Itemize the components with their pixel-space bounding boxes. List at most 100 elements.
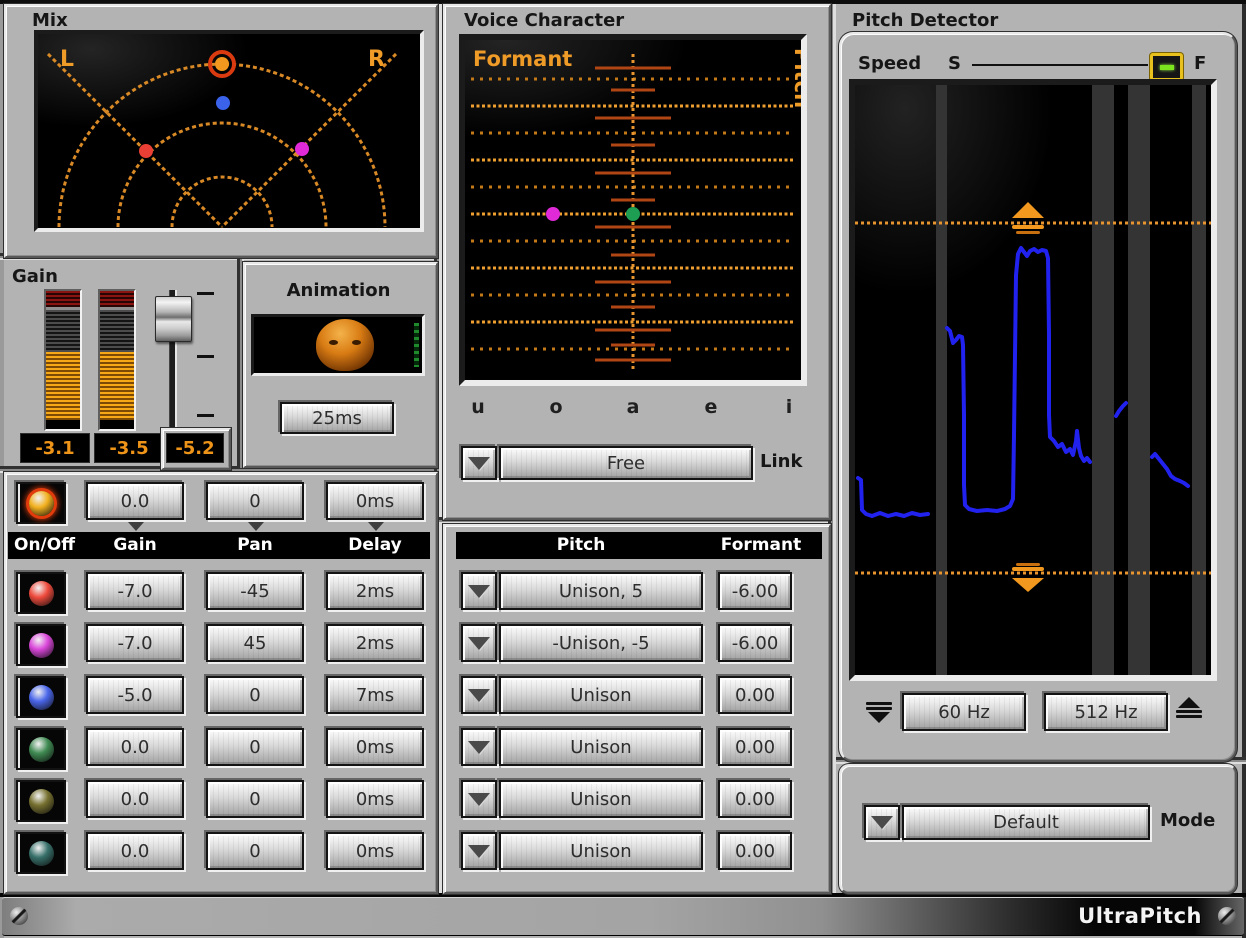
mode-dropdown-arrow[interactable] <box>864 805 900 840</box>
master-pan-button[interactable]: 0 <box>206 482 304 520</box>
voice3-formant-button[interactable]: 0.00 <box>718 676 792 714</box>
voice1-pan-button[interactable]: -45 <box>206 572 304 610</box>
voice2-onoff-button[interactable] <box>16 624 66 666</box>
animation-rate-button[interactable]: 25ms <box>280 402 394 434</box>
voice1-dot[interactable] <box>139 144 153 158</box>
voice4-formant-button[interactable]: 0.00 <box>718 728 792 766</box>
shift-range-down-icon[interactable] <box>866 700 892 723</box>
voice1-led-icon <box>29 581 54 606</box>
header-delay: Delay <box>348 535 402 555</box>
voice2-pan-button[interactable]: 45 <box>206 624 304 662</box>
fader-tick <box>197 414 214 417</box>
voice6-gain-button[interactable]: 0.0 <box>86 832 184 870</box>
mix-left-label: L <box>60 47 74 72</box>
low-range-marker[interactable] <box>1012 563 1044 592</box>
voice-mode-dropdown[interactable]: Free <box>499 446 753 480</box>
voice2-delay-button[interactable]: 2ms <box>326 624 424 662</box>
screw-icon <box>1218 907 1236 925</box>
master-delay-button[interactable]: 0ms <box>326 482 424 520</box>
voice6-pitch-dropdown-arrow[interactable] <box>461 832 497 870</box>
voice1-formant-button[interactable]: -6.00 <box>718 572 792 610</box>
voice3-pitch-dropdown-arrow[interactable] <box>461 676 497 714</box>
header-pitch: Pitch <box>557 535 606 555</box>
voice1-gain-button[interactable]: -7.0 <box>86 572 184 610</box>
voice-character-title: Voice Character <box>464 10 624 31</box>
voice4-pitch-dropdown-arrow[interactable] <box>461 728 497 766</box>
voice5-delay-button[interactable]: 0ms <box>326 780 424 818</box>
mix-middle-arc <box>118 123 326 227</box>
voice6-formant-button[interactable]: 0.00 <box>718 832 792 870</box>
low-freq-button[interactable]: 60 Hz <box>902 693 1026 731</box>
animation-face <box>316 319 374 371</box>
shift-range-up-icon[interactable] <box>1176 697 1202 720</box>
voice3-pan-button[interactable]: 0 <box>206 676 304 714</box>
speed-slider-handle[interactable] <box>1150 53 1183 81</box>
voice1-pitch-dropdown[interactable]: Unison, 5 <box>499 572 703 610</box>
formant-green-dot[interactable] <box>626 207 640 221</box>
voice5-pitch-dropdown[interactable]: Unison <box>499 780 703 818</box>
meter-clip-zone <box>46 291 80 307</box>
high-range-marker[interactable] <box>1012 202 1044 234</box>
voice3-delay-button[interactable]: 7ms <box>326 676 424 714</box>
spectrogram-stripes <box>936 85 1206 675</box>
voice1-pitch-dropdown-arrow[interactable] <box>461 572 497 610</box>
gain-fader-readout[interactable]: -5.2 <box>166 433 224 463</box>
voices-table-header: On/Off Gain Pan Delay <box>8 532 430 559</box>
voice4-led-icon <box>29 737 54 762</box>
voice4-delay-button[interactable]: 0ms <box>326 728 424 766</box>
column-pointer-icon <box>248 522 264 531</box>
voice6-led-icon <box>29 841 54 866</box>
voice6-pitch-dropdown[interactable]: Unison <box>499 832 703 870</box>
mix-pan-display: L R <box>34 30 424 232</box>
vowel-i-label: i <box>774 396 804 418</box>
formant-axis-label: Formant <box>473 47 572 71</box>
voice5-gain-button[interactable]: 0.0 <box>86 780 184 818</box>
header-gain: Gain <box>113 535 156 555</box>
voice4-pan-button[interactable]: 0 <box>206 728 304 766</box>
green-indicator-icon <box>1160 65 1174 70</box>
gain-fader-handle[interactable] <box>155 296 192 342</box>
voice3-dot[interactable] <box>216 96 230 110</box>
speed-slider-track[interactable] <box>972 64 1148 66</box>
animation-display <box>251 314 425 376</box>
vowel-e-label: e <box>696 396 726 418</box>
voice1-delay-button[interactable]: 2ms <box>326 572 424 610</box>
voice4-pitch-dropdown[interactable]: Unison <box>499 728 703 766</box>
voice5-pitch-dropdown-arrow[interactable] <box>461 780 497 818</box>
voice3-onoff-button[interactable] <box>16 676 66 718</box>
high-freq-button[interactable]: 512 Hz <box>1044 693 1168 731</box>
voice5-led-icon <box>29 789 54 814</box>
mix-left-diagonal <box>48 54 222 227</box>
voice1-onoff-button[interactable] <box>16 572 66 614</box>
formant-magenta-dot[interactable] <box>546 207 560 221</box>
voice4-onoff-button[interactable] <box>16 728 66 770</box>
mix-right-diagonal <box>222 54 396 227</box>
voice6-pan-button[interactable]: 0 <box>206 832 304 870</box>
column-pointer-icon <box>128 522 144 531</box>
voice2-pitch-dropdown-arrow[interactable] <box>461 624 497 662</box>
gain-meter-left <box>44 289 82 431</box>
chevron-down-icon <box>871 816 893 829</box>
voice6-delay-button[interactable]: 0ms <box>326 832 424 870</box>
direct-dot[interactable] <box>215 57 229 71</box>
voice4-gain-button[interactable]: 0.0 <box>86 728 184 766</box>
master-gain-button[interactable]: 0.0 <box>86 482 184 520</box>
voice2-dot[interactable] <box>295 142 309 156</box>
voice5-onoff-button[interactable] <box>16 780 66 822</box>
voice2-formant-button[interactable]: -6.00 <box>718 624 792 662</box>
mix-right-label: R <box>368 47 385 72</box>
master-onoff-button[interactable] <box>16 482 66 524</box>
ultrapitch-window: Mix L R Gain -3.1 -3.5 <box>0 0 1246 938</box>
voice2-pitch-dropdown[interactable]: -Unison, -5 <box>499 624 703 662</box>
voice5-formant-button[interactable]: 0.00 <box>718 780 792 818</box>
speed-slow-label: S <box>948 53 961 74</box>
voice6-onoff-button[interactable] <box>16 832 66 874</box>
voice-mode-dropdown-arrow[interactable] <box>461 446 497 480</box>
animation-title: Animation <box>243 280 434 301</box>
voice2-gain-button[interactable]: -7.0 <box>86 624 184 662</box>
mode-dropdown[interactable]: Default <box>902 805 1150 840</box>
speed-label: Speed <box>858 53 921 74</box>
voice5-pan-button[interactable]: 0 <box>206 780 304 818</box>
voice3-gain-button[interactable]: -5.0 <box>86 676 184 714</box>
voice3-pitch-dropdown[interactable]: Unison <box>499 676 703 714</box>
